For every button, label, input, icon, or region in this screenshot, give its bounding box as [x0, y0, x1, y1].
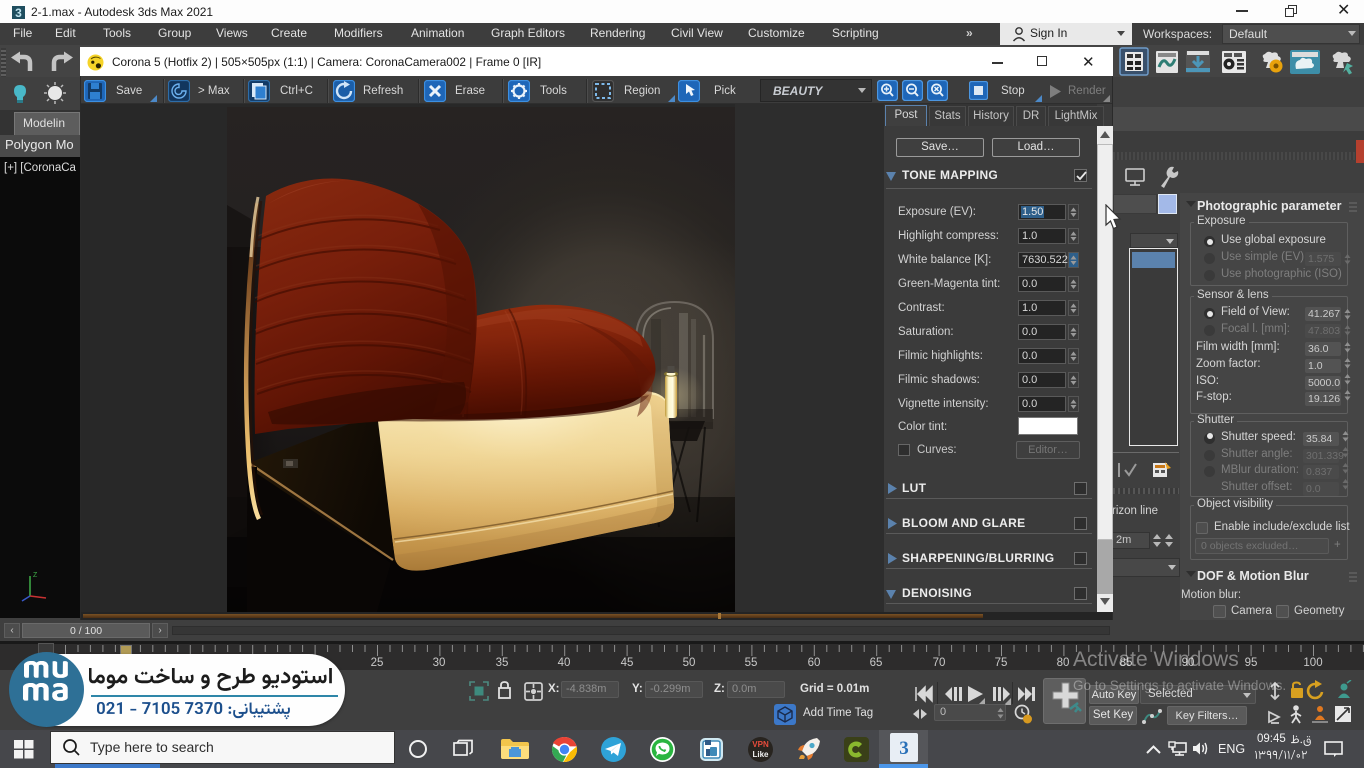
svg-text:VPN: VPN	[752, 740, 769, 749]
svg-text:Like: Like	[752, 750, 769, 759]
svg-text:3: 3	[899, 738, 909, 759]
svg-text:60: 60	[808, 657, 821, 669]
svg-text:30: 30	[433, 657, 446, 669]
svg-text:75: 75	[995, 657, 1008, 669]
svg-text:95: 95	[1245, 657, 1258, 669]
svg-text:40: 40	[558, 657, 571, 669]
svg-text:50: 50	[683, 657, 696, 669]
svg-text:Z: Z	[33, 572, 38, 579]
svg-text:25: 25	[371, 657, 384, 669]
svg-text:65: 65	[870, 657, 883, 669]
svg-text:45: 45	[621, 657, 634, 669]
svg-text:70: 70	[933, 657, 946, 669]
svg-text:100: 100	[1303, 657, 1322, 669]
svg-text:35: 35	[496, 657, 509, 669]
svg-text:55: 55	[745, 657, 758, 669]
svg-text:3: 3	[15, 6, 22, 20]
svg-text:80: 80	[1057, 657, 1070, 669]
